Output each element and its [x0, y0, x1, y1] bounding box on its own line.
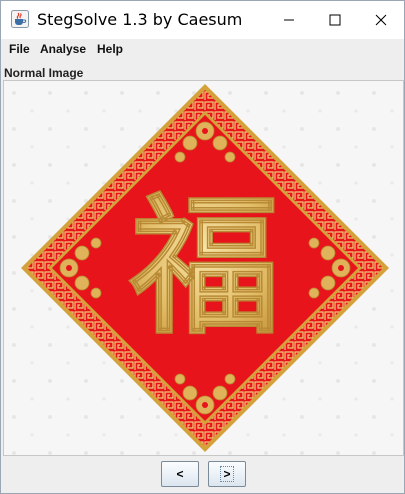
- image-section-label: Normal Image: [4, 66, 84, 80]
- maximize-button[interactable]: [312, 1, 358, 39]
- title-bar[interactable]: StegSolve 1.3 by Caesum: [1, 1, 404, 39]
- navigation-bar: < >: [1, 456, 404, 493]
- previous-button[interactable]: <: [161, 461, 199, 487]
- next-button[interactable]: >: [208, 461, 246, 487]
- fu-diamond-image: 福: [4, 81, 403, 455]
- menu-help[interactable]: Help: [97, 42, 123, 56]
- minimize-icon: [284, 19, 294, 21]
- minimize-button[interactable]: [266, 1, 312, 39]
- fu-character: 福: [129, 181, 280, 355]
- maximize-icon: [329, 14, 341, 26]
- menu-bar: File Analyse Help: [1, 39, 404, 61]
- java-coffee-icon[interactable]: [11, 10, 29, 28]
- image-view-panel: 福: [3, 80, 404, 456]
- next-button-label: >: [220, 466, 234, 482]
- previous-button-label: <: [176, 467, 184, 481]
- window-title: StegSolve 1.3 by Caesum: [37, 10, 243, 29]
- close-button[interactable]: [358, 1, 404, 39]
- menu-file[interactable]: File: [9, 42, 30, 56]
- stegsolve-window: StegSolve 1.3 by Caesum File Analyse Hel…: [0, 0, 405, 494]
- close-icon: [375, 14, 387, 26]
- menu-analyse[interactable]: Analyse: [40, 42, 86, 56]
